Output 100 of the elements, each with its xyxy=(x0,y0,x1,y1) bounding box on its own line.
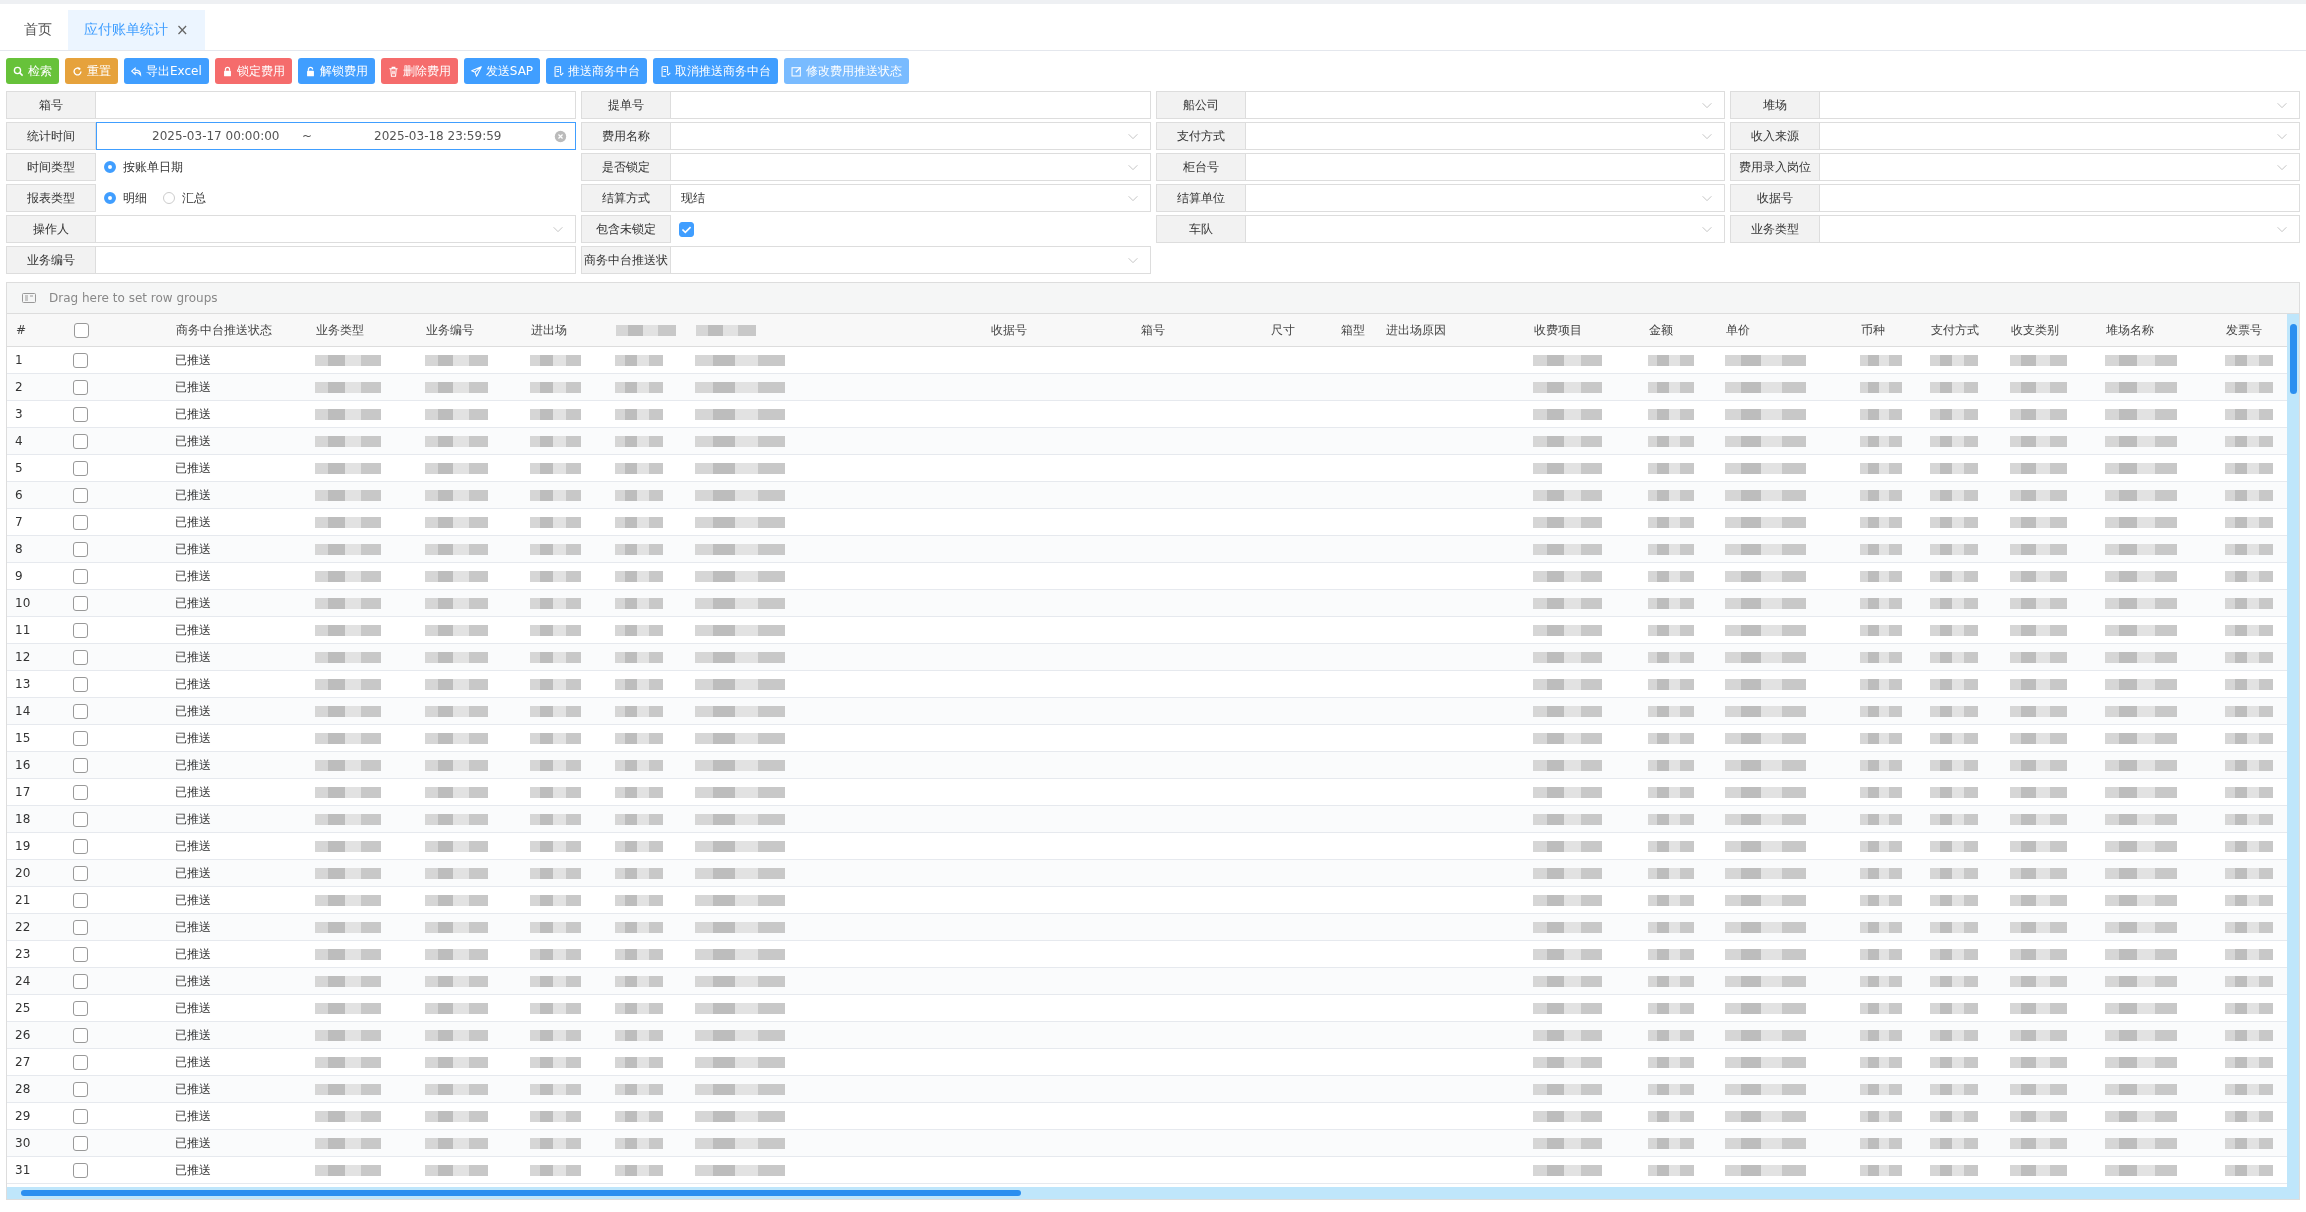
column-header[interactable]: 币种 xyxy=(1861,321,1885,339)
column-header[interactable]: 箱型 xyxy=(1341,321,1365,339)
table-cell: 已推送 xyxy=(175,459,211,477)
column-header[interactable]: 商务中台推送状态 xyxy=(176,321,272,339)
select-field[interactable] xyxy=(96,215,576,243)
checkbox[interactable] xyxy=(73,1054,88,1070)
radio-option[interactable]: 明细 xyxy=(104,189,147,207)
column-header[interactable]: 箱号 xyxy=(1141,321,1165,339)
checkbox[interactable] xyxy=(73,973,88,989)
select-field[interactable] xyxy=(1820,153,2300,181)
checkbox[interactable] xyxy=(73,541,88,557)
column-header[interactable]: 金额 xyxy=(1649,321,1673,339)
row-number: 2 xyxy=(15,380,23,394)
row-number: 21 xyxy=(15,893,31,907)
select-field[interactable] xyxy=(1820,215,2300,243)
checkbox[interactable] xyxy=(73,811,88,827)
table-cell: 已推送 xyxy=(175,540,211,558)
checkbox[interactable] xyxy=(73,433,88,449)
table-cell: 已推送 xyxy=(175,648,211,666)
column-header[interactable]: 进出场原因 xyxy=(1386,321,1446,339)
clear-icon xyxy=(553,129,567,143)
row-number: 15 xyxy=(15,731,31,745)
checkbox[interactable] xyxy=(74,322,89,338)
tab[interactable]: 应付账单统计 × xyxy=(68,10,205,50)
checkbox[interactable] xyxy=(73,919,88,935)
column-header[interactable]: 进出场 xyxy=(531,321,567,339)
checkbox[interactable] xyxy=(73,1081,88,1097)
checkbox[interactable] xyxy=(73,352,88,368)
select-field[interactable] xyxy=(1820,122,2300,150)
select-field[interactable] xyxy=(1245,184,1726,212)
column-header[interactable]: 业务编号 xyxy=(426,321,474,339)
checkbox[interactable] xyxy=(73,892,88,908)
field-label: 提单号 xyxy=(580,91,671,119)
row-number: 5 xyxy=(15,461,23,475)
table-cell: 已推送 xyxy=(175,918,211,936)
select-field[interactable] xyxy=(1820,91,2300,119)
row-number: 1 xyxy=(15,353,23,367)
checkbox[interactable] xyxy=(73,865,88,881)
table-cell: 已推送 xyxy=(175,891,211,909)
checkbox[interactable] xyxy=(73,1000,88,1016)
row-number: 3 xyxy=(15,407,23,421)
checkbox[interactable] xyxy=(73,622,88,638)
checkbox[interactable] xyxy=(73,946,88,962)
row-number: 30 xyxy=(15,1136,31,1150)
checkbox[interactable] xyxy=(73,487,88,503)
checkbox[interactable] xyxy=(73,730,88,746)
select-field[interactable] xyxy=(1245,122,1726,150)
row-number: 14 xyxy=(15,704,31,718)
checkbox[interactable] xyxy=(73,568,88,584)
input-field[interactable] xyxy=(1245,153,1726,181)
column-header[interactable]: 业务类型 xyxy=(316,321,364,339)
field-label: 收入来源 xyxy=(1730,122,1821,150)
checkbox[interactable] xyxy=(73,703,88,719)
close-icon[interactable]: × xyxy=(176,21,189,39)
input-field[interactable] xyxy=(96,246,576,274)
column-header[interactable]: 收支类别 xyxy=(2011,321,2059,339)
checkbox[interactable] xyxy=(678,221,694,237)
column-header[interactable]: 收费项目 xyxy=(1534,321,1582,339)
checkbox[interactable] xyxy=(73,379,88,395)
row-number: 17 xyxy=(15,785,31,799)
select-field[interactable] xyxy=(1245,215,1726,243)
radio-option[interactable]: 按账单日期 xyxy=(104,158,183,176)
column-header[interactable]: 收据号 xyxy=(991,321,1027,339)
checkbox[interactable] xyxy=(73,1027,88,1043)
field-label: 包含未锁定 xyxy=(580,215,671,243)
checkbox[interactable] xyxy=(73,595,88,611)
column-header[interactable]: 发票号 xyxy=(2226,321,2262,339)
column-header[interactable]: 支付方式 xyxy=(1931,321,1979,339)
select-field[interactable] xyxy=(670,122,1151,150)
checkbox[interactable] xyxy=(73,1108,88,1124)
input-field[interactable] xyxy=(96,91,576,119)
checkbox[interactable] xyxy=(73,406,88,422)
select-field[interactable] xyxy=(670,246,1151,274)
select-field[interactable] xyxy=(1245,91,1726,119)
checkbox[interactable] xyxy=(73,676,88,692)
input-field[interactable] xyxy=(670,91,1151,119)
radio-option[interactable]: 汇总 xyxy=(163,189,206,207)
checkbox[interactable] xyxy=(73,514,88,530)
column-header[interactable]: # xyxy=(16,323,27,337)
checkbox[interactable] xyxy=(73,757,88,773)
checkbox[interactable] xyxy=(73,460,88,476)
row-number: 9 xyxy=(15,569,23,583)
select-field[interactable] xyxy=(670,153,1151,181)
checkbox[interactable] xyxy=(73,838,88,854)
checkbox[interactable] xyxy=(73,784,88,800)
trash-icon xyxy=(387,65,399,77)
column-header[interactable]: 堆场名称 xyxy=(2106,321,2154,339)
checkbox[interactable] xyxy=(73,1162,88,1178)
column-header[interactable]: 尺寸 xyxy=(1271,321,1295,339)
select-field[interactable]: 现结 xyxy=(670,184,1151,212)
column-header[interactable]: 单价 xyxy=(1726,321,1750,339)
date-range-field[interactable]: 2025-03-17 00:00:00 ~ 2025-03-18 23:59:59 xyxy=(96,122,576,150)
checkbox[interactable] xyxy=(73,1135,88,1151)
horizontal-scrollbar[interactable] xyxy=(7,1187,2299,1199)
input-field[interactable] xyxy=(1820,184,2300,212)
checkbox[interactable] xyxy=(73,649,88,665)
tab[interactable]: 首页 xyxy=(8,10,68,50)
table-cell: 已推送 xyxy=(175,1107,211,1125)
row-number: 16 xyxy=(15,758,31,772)
vertical-scrollbar[interactable] xyxy=(2287,314,2299,1187)
